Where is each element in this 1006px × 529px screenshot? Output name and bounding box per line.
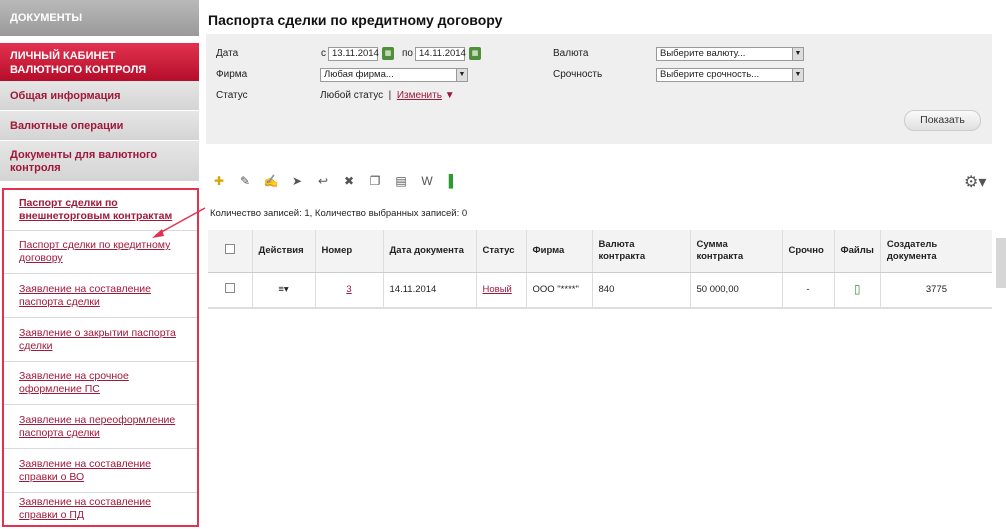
submenu-item-pd-certificate-application[interactable]: Заявление на составление справки о ПД <box>4 493 197 525</box>
column-header[interactable]: Файлы <box>834 230 881 273</box>
column-header[interactable]: Дата документа <box>383 230 477 273</box>
sidebar-documents-header[interactable]: ДОКУМЕНТЫ <box>0 0 199 37</box>
column-header[interactable]: Фирма <box>526 230 593 273</box>
add-file-icon[interactable]: ▯ <box>834 272 881 309</box>
submenu-item-reissue-passport-application[interactable]: Заявление на переоформление паспорта сде… <box>4 405 197 449</box>
sidebar-item-currency-operations[interactable]: Валютные операции <box>0 111 199 141</box>
copy-icon[interactable]: ❐ <box>366 172 384 191</box>
submenu-item-create-passport-application[interactable]: Заявление на составление паспорта сделки <box>4 274 197 318</box>
record-counts: Количество записей: 1, Количество выбран… <box>210 208 468 219</box>
column-header[interactable]: Действия <box>252 230 316 273</box>
column-header[interactable]: Создатель документа <box>880 230 992 273</box>
date-label: Дата <box>216 48 239 59</box>
status-link[interactable]: Новый <box>483 284 512 295</box>
column-header[interactable]: Статус <box>476 230 527 273</box>
document-number-link[interactable]: 3 <box>346 284 351 295</box>
new-document-icon[interactable]: ✚ <box>210 172 228 191</box>
calendar-icon[interactable]: ▦ <box>469 47 481 60</box>
change-status-link[interactable]: Изменить <box>397 90 442 101</box>
column-header[interactable]: Валюта контракта <box>592 230 691 273</box>
currency-label: Валюта <box>553 48 589 59</box>
print-icon[interactable]: ▤ <box>392 172 410 191</box>
select-all-checkbox[interactable] <box>224 243 235 254</box>
firm-select[interactable]: Любая фирма... ▼ <box>320 68 468 82</box>
table-row[interactable]: ≡▾ 3 14.11.2014 Новый ООО "****" 840 50 … <box>208 272 992 309</box>
chevron-down-icon: ▼ <box>792 48 803 60</box>
column-header[interactable]: Номер <box>315 230 384 273</box>
delete-icon[interactable]: ✖ <box>340 172 358 191</box>
status-value-text: Любой статус <box>320 90 384 101</box>
receive-document-icon[interactable]: ↩ <box>314 172 332 191</box>
exit-icon[interactable]: ▌ <box>444 172 462 191</box>
row-checkbox[interactable] <box>224 283 235 294</box>
pointer-arrow-icon <box>152 207 206 238</box>
edit-document-icon[interactable]: ✎ <box>236 172 254 191</box>
filter-panel: Дата с 13.11.2014 ▦ по 14.11.2014 ▦ Фирм… <box>206 34 992 144</box>
firm-cell: ООО "****" <box>526 272 593 309</box>
sidebar-item-cabinet[interactable]: ЛИЧНЫЙ КАБИНЕТ ВАЛЮТНОГО КОНТРОЛЯ <box>0 43 199 81</box>
status-cell: Новый <box>476 272 527 309</box>
sidebar-item-general-info[interactable]: Общая информация <box>0 81 199 111</box>
page-title: Паспорта сделки по кредитному договору <box>208 12 503 28</box>
toolbar: ✚ ✎ ✍ ➤ ↩ ✖ ❐ ▤ W ▌ <box>210 172 462 191</box>
currency-select-value: Выберите валюту... <box>660 48 746 59</box>
status-label: Статус <box>216 90 248 101</box>
sign-document-icon[interactable]: ✍ <box>262 172 280 191</box>
urgency-select-value: Выберите срочность... <box>660 69 760 80</box>
export-word-icon[interactable]: W <box>418 172 436 191</box>
submenu-item-vo-certificate-application[interactable]: Заявление на составление справки о ВО <box>4 449 197 493</box>
show-button[interactable]: Показать <box>904 110 981 131</box>
status-value: Любой статус | Изменить ▼ <box>320 90 455 101</box>
date-cell: 14.11.2014 <box>383 272 477 309</box>
date-from-label: с <box>321 48 326 59</box>
submenu-item-urgent-ps-application[interactable]: Заявление на срочное оформление ПС <box>4 362 197 405</box>
column-header[interactable]: Срочно <box>782 230 835 273</box>
sidebar-item-currency-control-docs[interactable]: Документы для валютного контроля <box>0 141 199 182</box>
scrollbar[interactable] <box>996 238 1006 288</box>
date-from-input[interactable]: 13.11.2014 <box>328 47 379 61</box>
date-to-label: по <box>402 48 413 59</box>
documents-table: Действия Номер Дата документа Статус Фир… <box>208 230 992 309</box>
actions-menu-icon[interactable]: ≡▾ <box>252 272 316 309</box>
firm-label: Фирма <box>216 69 248 80</box>
currency-select[interactable]: Выберите валюту... ▼ <box>656 47 804 61</box>
send-document-icon[interactable]: ➤ <box>288 172 306 191</box>
calendar-icon[interactable]: ▦ <box>382 47 394 60</box>
chevron-down-icon: ▼ <box>792 69 803 81</box>
select-all-header[interactable] <box>208 230 253 273</box>
amount-cell: 50 000,00 <box>690 272 783 309</box>
firm-select-value: Любая фирма... <box>324 69 394 80</box>
table-header-row: Действия Номер Дата документа Статус Фир… <box>208 230 992 273</box>
column-header[interactable]: Сумма контракта <box>690 230 783 273</box>
currency-cell: 840 <box>592 272 691 309</box>
urgency-select[interactable]: Выберите срочность... ▼ <box>656 68 804 82</box>
urgent-cell: - <box>782 272 835 309</box>
submenu-item-close-passport-application[interactable]: Заявление о закрытии паспорта сделки <box>4 318 197 362</box>
number-cell: 3 <box>315 272 384 309</box>
date-to-input[interactable]: 14.11.2014 <box>415 47 466 61</box>
settings-gear-icon[interactable]: ⚙▾ <box>964 172 986 192</box>
chevron-down-icon: ▼ <box>456 69 467 81</box>
creator-cell: 3775 <box>880 272 992 309</box>
row-checkbox-cell[interactable] <box>208 272 253 309</box>
urgency-label: Срочность <box>553 69 603 80</box>
triangle-down-icon[interactable]: ▼ <box>445 90 455 101</box>
